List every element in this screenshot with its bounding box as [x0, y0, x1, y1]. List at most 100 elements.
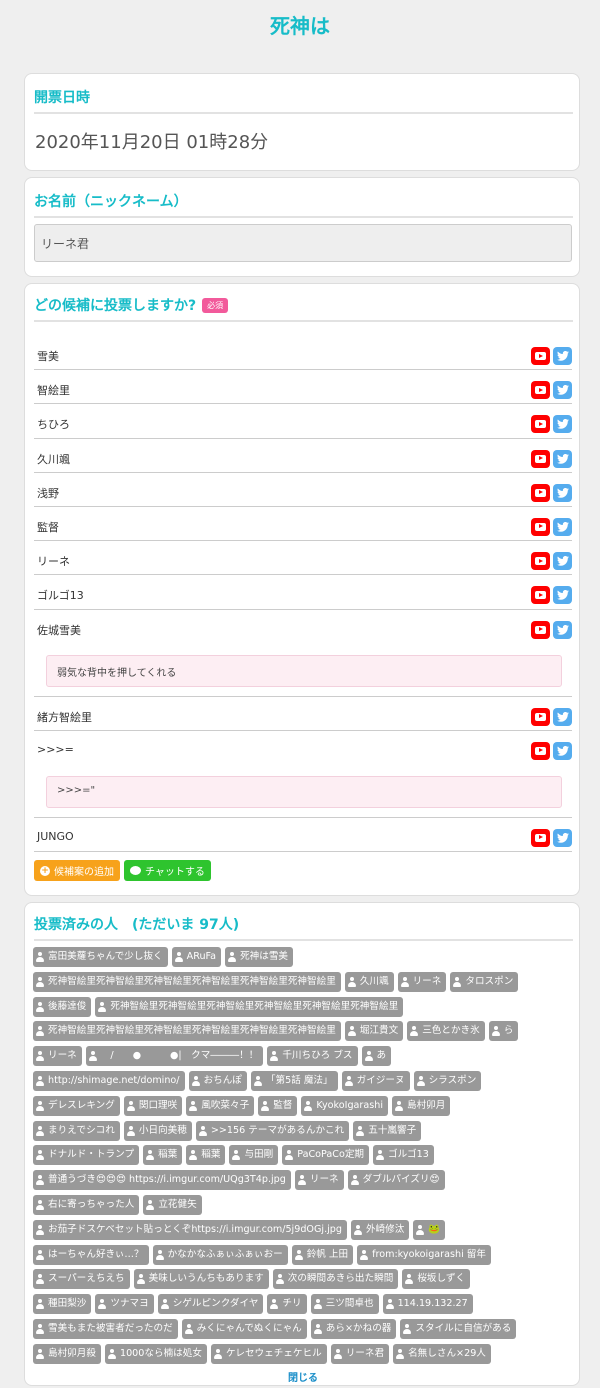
twitter-icon[interactable]: [553, 483, 572, 502]
candidate-name[interactable]: ちひろ: [37, 416, 70, 432]
candidate-comment: 弱気な背中を押してくれる: [46, 654, 562, 687]
candidate-name[interactable]: 雪美: [37, 348, 59, 364]
user-icon: [313, 1299, 322, 1310]
voter-tag: リーネ: [33, 1046, 82, 1067]
user-icon: [232, 1150, 241, 1161]
candidate-links: [531, 707, 572, 726]
page-title: 死神は: [270, 14, 330, 38]
nickname-input[interactable]: [34, 224, 572, 262]
candidate-name[interactable]: 浅野: [37, 485, 59, 501]
vote-heading-text: どの候補に投票しますか?: [34, 298, 197, 314]
voter-name: 外崎修汰: [365, 1223, 405, 1235]
voter-tag: デレスレキング: [33, 1095, 120, 1116]
user-icon: [364, 1051, 373, 1062]
twitter-icon[interactable]: [553, 415, 572, 434]
user-icon: [126, 1125, 135, 1136]
youtube-icon[interactable]: [531, 381, 550, 400]
add-candidate-button[interactable]: + 候補案の追加: [34, 860, 120, 881]
voting-date-heading: 開票日時: [34, 87, 573, 114]
voter-tag: 「第5話 魔法」: [250, 1070, 338, 1091]
youtube-icon[interactable]: [531, 517, 550, 536]
candidate-name[interactable]: 久川颯: [37, 451, 70, 467]
candidate-links: [531, 586, 572, 605]
vote-actions: + 候補案の追加 チャットする: [34, 860, 211, 881]
twitter-icon[interactable]: [553, 741, 572, 760]
voter-name: ケレセウェチェケヒル: [225, 1347, 322, 1359]
candidate-row[interactable]: ゴルゴ13: [34, 575, 572, 610]
twitter-icon[interactable]: [553, 381, 572, 400]
vote-card: どの候補に投票しますか? 必須 雪美 智絵里 ちひろ 久川颯 浅野 監督 リーネ ゴルゴ13 佐城…: [24, 283, 580, 896]
youtube-icon[interactable]: [531, 415, 550, 434]
youtube-icon[interactable]: [531, 620, 550, 639]
youtube-icon[interactable]: [531, 347, 550, 365]
voter-tag: 美味しいうんちもあります: [133, 1269, 269, 1290]
candidate-name[interactable]: 緒方智絵里: [37, 709, 92, 725]
voter-name: リーネ: [48, 1050, 77, 1062]
youtube-icon[interactable]: [531, 449, 550, 468]
twitter-icon[interactable]: [553, 586, 572, 605]
voter-tag: 富田美蘿ちゃんで少し抜く: [33, 947, 168, 967]
candidate-name[interactable]: 佐城雪美: [37, 622, 81, 638]
chat-button[interactable]: チャットする: [124, 860, 211, 881]
voter-row: はーちゃん好きぃ…？ かなかなふぁぃふぁぃおー 鈴帆 上田 from:kyokoiga…: [33, 1244, 575, 1270]
candidate-links: [531, 449, 572, 468]
user-icon: [400, 976, 409, 987]
voter-tag: はーちゃん好きぃ…？: [33, 1244, 149, 1265]
candidate-name[interactable]: ゴルゴ13: [37, 587, 84, 603]
twitter-icon[interactable]: [553, 828, 572, 847]
twitter-icon[interactable]: [553, 449, 572, 468]
twitter-icon[interactable]: [553, 517, 572, 536]
user-icon: [261, 1100, 270, 1111]
youtube-icon[interactable]: [531, 483, 550, 502]
close-link[interactable]: 閉じる: [25, 1369, 581, 1384]
voter-name: スタイルに自信がある: [415, 1322, 512, 1334]
voter-tag: 島村卯月殺: [33, 1343, 101, 1364]
candidate-name[interactable]: リーネ: [37, 553, 70, 569]
voter-tag: 与田剛: [229, 1145, 279, 1166]
voter-name: 稲葉: [201, 1149, 221, 1161]
voter-tag: 久川颯: [344, 971, 394, 992]
youtube-icon[interactable]: [531, 828, 550, 847]
voter-tag: ダブルパイズリ😍: [347, 1170, 445, 1191]
candidate-name[interactable]: JUNGO: [37, 830, 74, 843]
candidate-row[interactable]: 浅野: [34, 473, 572, 507]
candidate-row[interactable]: 佐城雪美弱気な背中を押してくれる: [34, 610, 572, 697]
candidate-links: [531, 828, 572, 847]
voter-row: 富田美蘿ちゃんで少し抜く ARuFa 死神は雪美: [33, 947, 575, 972]
user-icon: [184, 1323, 193, 1334]
candidate-row[interactable]: >>>= >>>=": [34, 731, 572, 818]
voter-name: ドナルド・トランプ: [48, 1149, 135, 1161]
candidate-row[interactable]: 雪美: [34, 336, 572, 371]
chat-label: チャットする: [145, 867, 205, 878]
candidate-row[interactable]: 智絵里: [34, 370, 572, 405]
youtube-icon[interactable]: [531, 586, 550, 605]
twitter-icon[interactable]: [553, 620, 572, 639]
voter-name: 「第5話 魔法」: [265, 1074, 333, 1086]
twitter-icon[interactable]: [553, 347, 572, 365]
voter-tag: 種田梨沙: [33, 1294, 92, 1315]
candidate-name[interactable]: 智絵里: [37, 382, 70, 398]
youtube-icon[interactable]: [531, 741, 550, 760]
voter-tag: ガイジーヌ: [341, 1070, 410, 1091]
candidate-row[interactable]: 緒方智絵里: [34, 697, 572, 731]
candidate-row[interactable]: JUNGO: [34, 818, 572, 852]
youtube-icon[interactable]: [531, 707, 550, 726]
chat-bubble-icon: [130, 866, 141, 875]
twitter-icon[interactable]: [553, 552, 572, 571]
voter-name: 小日向美穂: [138, 1124, 187, 1136]
candidate-name[interactable]: 監督: [37, 519, 59, 535]
candidate-links: [531, 415, 572, 434]
voters-heading: 投票済みの人 (ただいま 97人): [34, 914, 573, 941]
youtube-icon[interactable]: [531, 552, 550, 571]
candidate-name[interactable]: >>>=: [37, 743, 74, 756]
user-icon: [356, 1125, 365, 1136]
voter-row: 右に寄っちゃった人 立花健矢: [33, 1194, 575, 1220]
candidate-row[interactable]: 監督: [34, 507, 572, 542]
candidate-row[interactable]: リーネ: [34, 541, 572, 576]
voter-tag: チリ: [267, 1294, 307, 1315]
voter-tag: 鈴帆 上田: [291, 1244, 354, 1265]
candidate-row[interactable]: ちひろ: [34, 404, 572, 439]
twitter-icon[interactable]: [553, 707, 572, 726]
voter-tag: / ● ●| クマ―――！！: [85, 1046, 264, 1067]
candidate-row[interactable]: 久川颯: [34, 439, 572, 473]
